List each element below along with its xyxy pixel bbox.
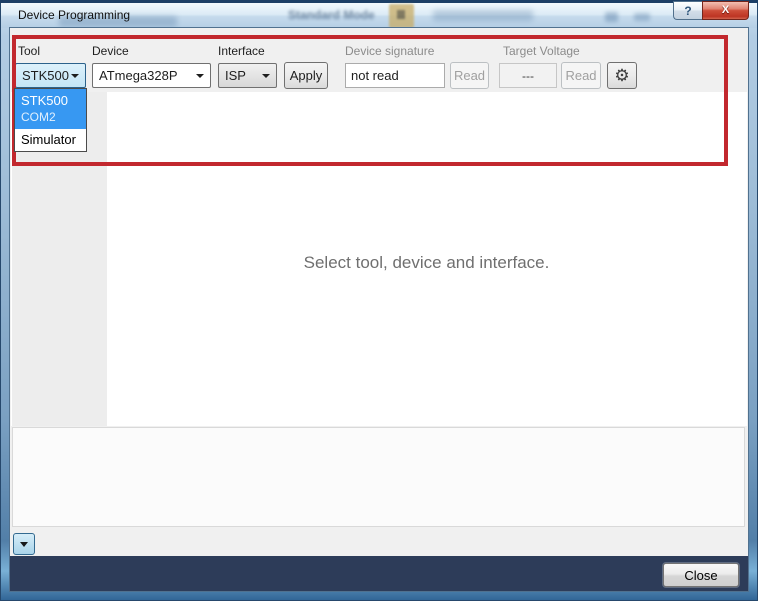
device-label: Device xyxy=(92,44,129,58)
help-button[interactable]: ? xyxy=(673,1,702,20)
window-close-button[interactable]: X xyxy=(702,1,749,20)
settings-button[interactable]: ⚙ xyxy=(607,62,637,89)
dialog-body: Tool Device Interface Device signature T… xyxy=(9,27,749,592)
device-select[interactable]: ATmega328P xyxy=(92,63,211,88)
caption-buttons: ? X xyxy=(673,1,749,20)
tool-label: Tool xyxy=(18,44,41,58)
ghost-background-icon xyxy=(605,12,618,22)
ghost-background-icon xyxy=(389,4,414,28)
tool-select-value: STK500 xyxy=(22,68,69,83)
expand-messages-button[interactable] xyxy=(13,533,35,555)
tool-option-stk500[interactable]: STK500 COM2 xyxy=(15,89,86,129)
device-select-value: ATmega328P xyxy=(99,68,178,83)
interface-select[interactable]: ISP xyxy=(218,63,277,88)
tool-dropdown-list: STK500 COM2 Simulator xyxy=(14,88,87,152)
device-signature-field[interactable] xyxy=(345,63,445,88)
chevron-down-icon xyxy=(20,541,28,547)
selection-hint-text: Select tool, device and interface. xyxy=(303,253,550,272)
tool-option-port: COM2 xyxy=(21,110,56,124)
target-voltage-field: --- xyxy=(499,63,557,88)
read-voltage-button[interactable]: Read xyxy=(561,62,601,89)
chevron-down-icon xyxy=(71,74,79,78)
title-bar: Standard Mode Device Programming xyxy=(1,3,757,28)
read-signature-button[interactable]: Read xyxy=(450,62,489,89)
device-signature-label: Device signature xyxy=(345,44,435,58)
close-button[interactable]: Close xyxy=(663,563,739,587)
apply-button[interactable]: Apply xyxy=(284,62,328,89)
gear-icon: ⚙ xyxy=(614,65,630,85)
footer-bar: Close xyxy=(10,556,748,591)
tool-select[interactable]: STK500 xyxy=(15,63,86,88)
ghost-background-icon xyxy=(634,13,650,21)
target-voltage-label: Target Voltage xyxy=(503,44,580,58)
interface-label: Interface xyxy=(218,44,265,58)
device-programming-dialog: Standard Mode Device Programming ? X Too… xyxy=(0,0,758,601)
chevron-down-icon xyxy=(196,74,204,78)
interface-select-value: ISP xyxy=(225,68,246,83)
status-panel xyxy=(12,427,745,527)
ghost-background-tab-label: Standard Mode xyxy=(288,8,375,22)
ghost-background-text xyxy=(433,10,533,21)
window-title: Device Programming xyxy=(18,8,131,22)
chevron-down-icon xyxy=(262,74,270,78)
tool-option-name: STK500 xyxy=(21,93,68,108)
tool-option-simulator[interactable]: Simulator xyxy=(15,129,86,151)
